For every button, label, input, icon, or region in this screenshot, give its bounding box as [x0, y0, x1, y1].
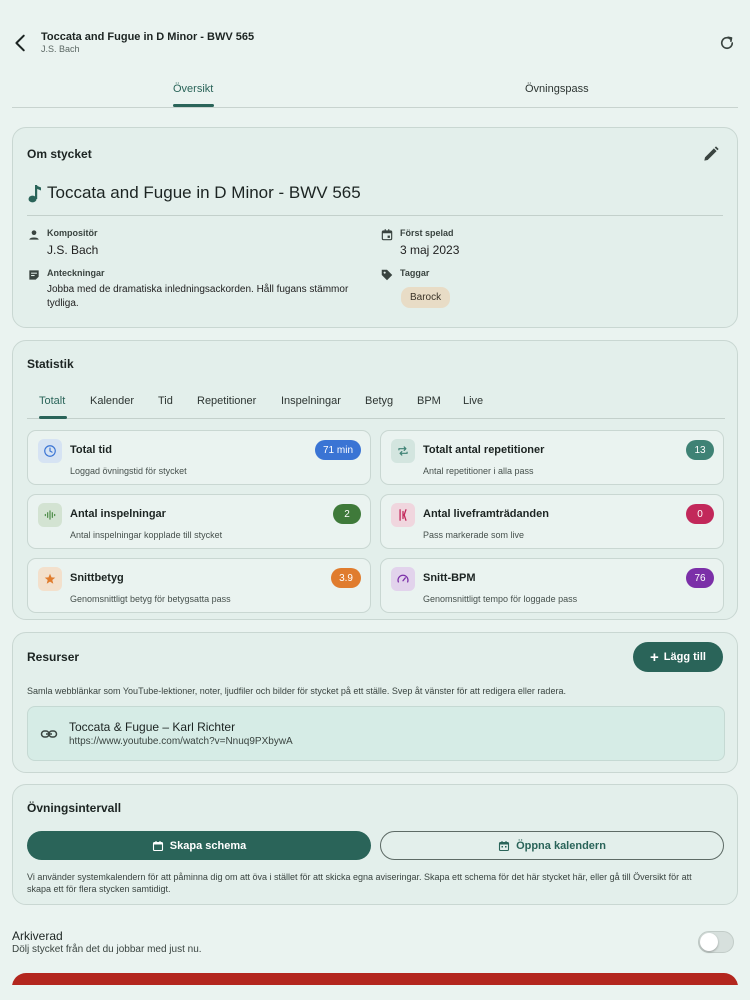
stat-badge: 2: [333, 504, 361, 524]
stats-tab-indicator: [39, 416, 67, 419]
plus-icon: +: [650, 648, 659, 666]
first-played-value: 3 maj 2023: [400, 243, 460, 257]
practice-interval-card: Övningsintervall Skapa schema Öppna kale…: [12, 784, 738, 905]
stats-tab-bar: Totalt Kalender Tid Repetitioner Inspeln…: [27, 389, 725, 419]
stat-card-avg-bpm[interactable]: Snitt-BPM Genomsnittligt tempo för logga…: [380, 558, 724, 613]
stat-title: Antal inspelningar: [70, 508, 166, 520]
stat-title: Total tid: [70, 444, 112, 456]
stat-desc: Genomsnittligt betyg för betygsatta pass: [70, 594, 231, 604]
stats-section-title: Statistik: [27, 357, 74, 371]
interval-note: Vi använder systemkalendern för att påmi…: [27, 872, 692, 894]
stats-tab-repetitioner[interactable]: Repetitioner: [197, 395, 256, 407]
notes-value: Jobba med de dramatiska inledningsackord…: [47, 284, 349, 309]
stat-title: Totalt antal repetitioner: [423, 444, 545, 456]
stats-tab-inspelningar[interactable]: Inspelningar: [281, 395, 341, 407]
person-icon: [29, 230, 39, 240]
tab-oversikt[interactable]: Översikt: [173, 83, 213, 95]
calendar-icon: [499, 840, 510, 851]
create-schedule-button[interactable]: Skapa schema: [27, 831, 371, 860]
notes-icon: [29, 270, 39, 280]
stat-badge: 0: [686, 504, 714, 524]
notes-label: Anteckningar: [47, 268, 105, 278]
tab-indicator: [173, 104, 214, 107]
page-title: Toccata and Fugue in D Minor - BWV 565: [41, 31, 255, 43]
open-calendar-label: Öppna kalendern: [516, 839, 606, 852]
resource-url: https://www.youtube.com/watch?v=Nnuq9PXb…: [69, 736, 293, 747]
about-section-title: Om stycket: [27, 147, 92, 161]
stat-title: Antal liveframträdanden: [423, 508, 549, 520]
stats-tab-tid[interactable]: Tid: [158, 395, 173, 407]
stat-desc: Pass markerade som live: [423, 530, 525, 540]
star-icon: [38, 567, 62, 591]
tag-chip[interactable]: Barock: [401, 287, 451, 308]
stat-badge: 76: [686, 568, 714, 588]
stat-title: Snittbetyg: [70, 572, 124, 584]
stat-desc: Loggad övningstid för stycket: [70, 466, 187, 476]
bottom-fade: [0, 985, 750, 1000]
resource-item[interactable]: Toccata & Fugue – Karl Richter https://w…: [27, 706, 725, 761]
create-schedule-label: Skapa schema: [169, 839, 247, 852]
live-performance-icon: [391, 503, 415, 527]
stat-badge: 3.9: [331, 568, 361, 588]
stat-card-total-repetitions[interactable]: Totalt antal repetitioner Antal repetiti…: [380, 430, 724, 485]
music-note-icon: [28, 185, 41, 203]
tags-label: Taggar: [400, 268, 430, 278]
archive-label: Arkiverad: [12, 929, 63, 943]
archive-description: Dölj stycket från det du jobbar med just…: [12, 944, 202, 955]
link-icon: [40, 730, 58, 738]
open-calendar-button[interactable]: Öppna kalendern: [380, 831, 724, 860]
resources-section-title: Resurser: [27, 650, 80, 664]
about-card: Om stycket Toccata and Fugue in D Minor …: [12, 127, 738, 328]
calendar-add-icon: [152, 840, 163, 851]
stats-tab-live[interactable]: Live: [463, 395, 483, 407]
piece-title-row: Toccata and Fugue in D Minor - BWV 565: [27, 182, 361, 204]
page-subtitle: J.S. Bach: [41, 44, 80, 54]
toggle-knob: [700, 933, 718, 951]
repeat-icon: [391, 439, 415, 463]
speedometer-icon: [391, 567, 415, 591]
divider: [27, 215, 723, 216]
tab-bar: Översikt Övningspass: [12, 74, 738, 108]
stats-tab-totalt[interactable]: Totalt: [39, 395, 65, 407]
stats-card: Statistik Totalt Kalender Tid Repetition…: [12, 340, 738, 620]
stat-card-total-time[interactable]: Total tid Loggad övningstid för stycket …: [27, 430, 371, 485]
arrow-back-icon[interactable]: [10, 32, 32, 54]
refresh-icon[interactable]: [718, 34, 736, 52]
composer-label: Kompositör: [47, 228, 98, 238]
stat-card-recordings[interactable]: Antal inspelningar Antal inspelningar ko…: [27, 494, 371, 549]
clock-icon: [38, 439, 62, 463]
piece-title: Toccata and Fugue in D Minor - BWV 565: [47, 183, 361, 202]
stat-badge: 13: [686, 440, 714, 460]
calendar-icon: [381, 229, 393, 241]
stats-tab-bpm[interactable]: BPM: [417, 395, 441, 407]
resources-card: Resurser + Lägg till Samla webblänkar so…: [12, 632, 738, 773]
stats-tab-kalender[interactable]: Kalender: [90, 395, 134, 407]
add-resource-label: Lägg till: [663, 651, 706, 663]
stat-desc: Antal repetitioner i alla pass: [423, 466, 534, 476]
stat-badge: 71 min: [314, 440, 361, 460]
waveform-icon: [38, 503, 62, 527]
archive-toggle[interactable]: [698, 931, 734, 953]
resource-title: Toccata & Fugue – Karl Richter: [69, 720, 236, 734]
composer-value: J.S. Bach: [47, 243, 99, 257]
tag-icon: [381, 269, 393, 281]
stats-tab-betyg[interactable]: Betyg: [365, 395, 393, 407]
interval-section-title: Övningsintervall: [27, 801, 122, 815]
stat-desc: Antal inspelningar kopplade till stycket: [70, 530, 223, 540]
add-resource-button[interactable]: + Lägg till: [633, 642, 723, 672]
stat-card-avg-rating[interactable]: Snittbetyg Genomsnittligt betyg för bety…: [27, 558, 371, 613]
top-app-bar: Toccata and Fugue in D Minor - BWV 565 J…: [0, 0, 750, 70]
stat-card-live-performances[interactable]: Antal liveframträdanden Pass markerade s…: [380, 494, 724, 549]
stat-desc: Genomsnittligt tempo för loggade pass: [423, 594, 578, 604]
resources-description: Samla webblänkar som YouTube-lektioner, …: [27, 686, 566, 696]
edit-icon[interactable]: [701, 144, 721, 164]
first-played-label: Först spelad: [400, 228, 454, 238]
tab-ovningspass[interactable]: Övningspass: [525, 83, 589, 95]
stat-title: Snitt-BPM: [423, 572, 476, 584]
